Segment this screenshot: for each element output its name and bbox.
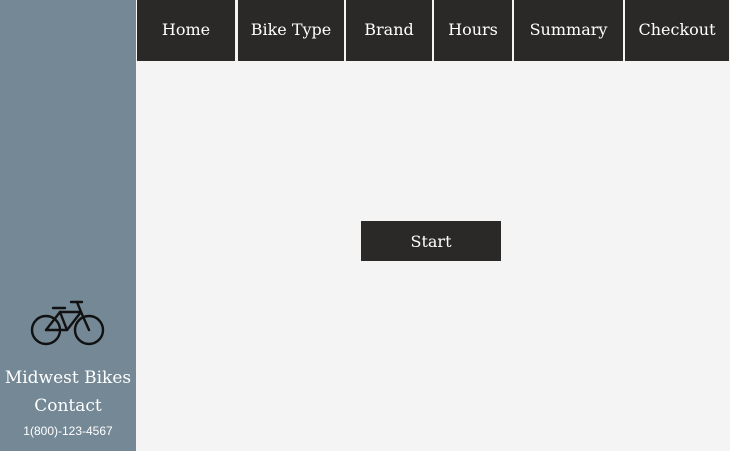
tab-checkout[interactable]: Checkout [625,0,729,61]
bicycle-icon [30,300,105,346]
phone-number: 1(800)-123-4567 [23,424,113,438]
tab-summary[interactable]: Summary [514,0,623,61]
start-button[interactable]: Start [361,221,501,261]
brand-name: Midwest Bikes [4,368,132,388]
contact-label: Contact [34,396,102,416]
tab-label: Checkout [638,20,716,39]
tab-label: Hours [448,20,498,39]
tab-label: Summary [529,20,608,39]
sidebar: Midwest Bikes Contact 1(800)-123-4567 [0,0,136,451]
tab-hours[interactable]: Hours [434,0,512,61]
tab-bike-type[interactable]: Bike Type [238,0,344,61]
start-button-label: Start [410,231,452,251]
tab-label: Bike Type [250,20,332,39]
tab-label: Home [161,20,211,39]
tab-home[interactable]: Home [137,0,235,61]
tab-label: Brand [364,20,414,39]
tab-brand[interactable]: Brand [346,0,432,61]
